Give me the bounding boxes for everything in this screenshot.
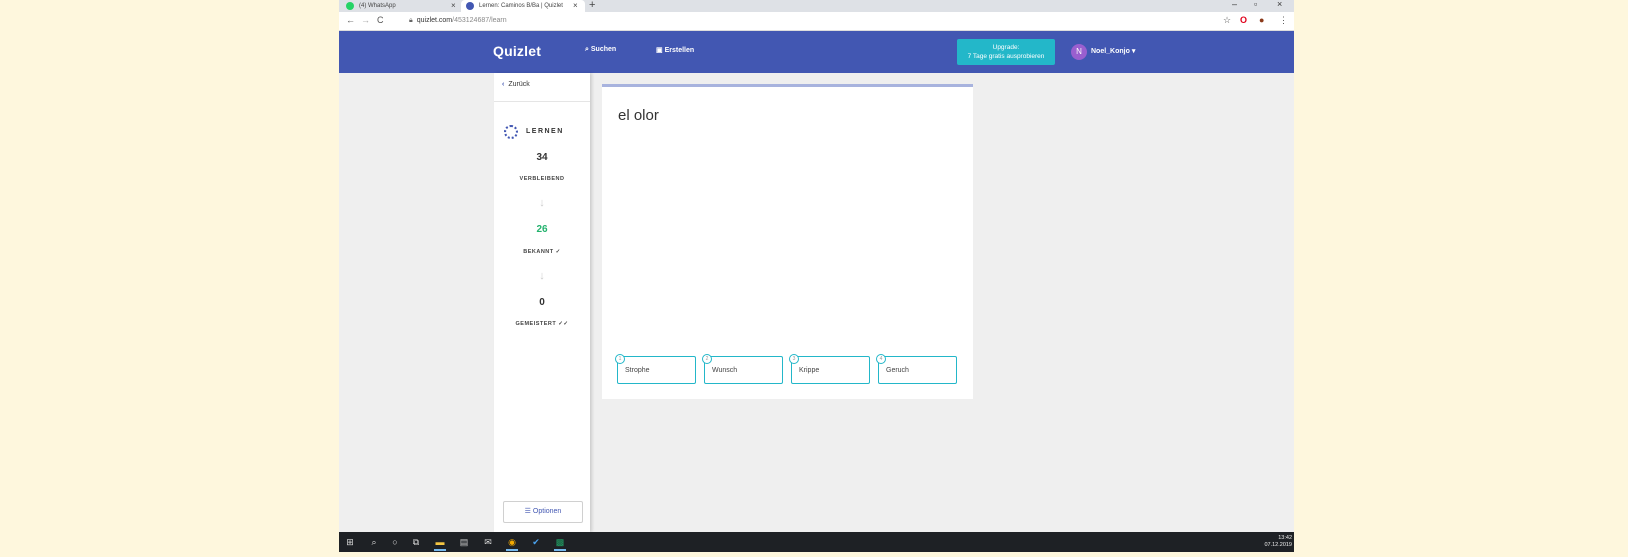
mastered-label: GEMEISTERT ✓✓ [515, 321, 569, 327]
search-icon: ⌕ [585, 46, 589, 53]
url-host: quizlet.com [416, 17, 453, 24]
taskbar: ⊞ ⌕ ○ ⧉ ▬ ▤ ✉ ◉ ✔ ▩ 13:42 07.12.2019 [339, 532, 1294, 552]
answer-choice-3[interactable]: 3 Krippe [789, 354, 870, 384]
file-explorer-icon[interactable]: ▬ [433, 536, 447, 551]
excel-icon[interactable]: ▩ [553, 536, 567, 551]
choice-label: Wunsch [712, 367, 738, 374]
choice-label: Geruch [886, 367, 909, 374]
choice-number: 4 [876, 354, 886, 364]
chevron-down-icon: ▾ [1131, 48, 1136, 55]
windows-start-icon[interactable]: ⊞ [343, 536, 357, 548]
close-tab-icon[interactable]: × [451, 0, 456, 12]
create-button[interactable]: ▣ Erstellen [656, 46, 694, 54]
learn-mode-icon [504, 125, 518, 139]
mastered-count: 0 [539, 297, 545, 308]
tab-label: Lernen: Caminos B/Ba | Quizlet [479, 3, 563, 9]
close-window-icon[interactable]: × [1277, 0, 1282, 9]
site-header: Quizlet ⌕ Suchen ▣ Erstellen Upgrade: 7 … [339, 31, 1294, 73]
forward-arrow-icon[interactable]: → [361, 15, 370, 25]
whatsapp-icon [346, 2, 354, 10]
known-count: 26 [536, 224, 548, 235]
search-icon[interactable]: ⌕ [367, 536, 381, 548]
upgrade-line-1: Upgrade: [992, 44, 1020, 51]
known-label: BEKANNT ✓ [523, 249, 561, 255]
close-tab-icon[interactable]: × [573, 0, 578, 12]
clock-date: 07.12.2019 [1264, 542, 1292, 548]
choice-number: 1 [615, 354, 625, 364]
system-clock[interactable]: 13:42 07.12.2019 [1264, 535, 1292, 549]
remaining-label: VERBLEIBEND [519, 176, 565, 182]
lock-icon: 🔒︎ [409, 17, 413, 24]
opera-icon[interactable]: O [1240, 15, 1247, 25]
chevron-left-icon: ‹ [502, 81, 505, 88]
sliders-icon: ☰ [524, 508, 531, 515]
maximize-icon[interactable]: ▫ [1254, 0, 1257, 9]
browser-tab-strip: (4) WhatsApp × Lernen: Caminos B/Ba | Qu… [339, 0, 1294, 12]
url-path: /453124687/learn [452, 17, 507, 24]
quizlet-icon [466, 2, 474, 10]
clock-time: 13:42 [1278, 535, 1292, 541]
avatar[interactable]: N [1071, 44, 1087, 60]
options-label: Optionen [532, 508, 562, 515]
arrow-down-icon: ↓ [539, 197, 545, 209]
mail-icon[interactable]: ✉ [481, 536, 495, 548]
minimize-icon[interactable]: – [1232, 0, 1237, 9]
choice-number: 2 [702, 354, 712, 364]
options-button[interactable]: ☰ Optionen [503, 501, 583, 523]
upgrade-button[interactable]: Upgrade: 7 Tage gratis ausprobieren [957, 39, 1055, 65]
username: Noel_Konjo [1091, 48, 1130, 55]
desktop-screen: (4) WhatsApp × Lernen: Caminos B/Ba | Qu… [339, 0, 1294, 552]
extension-icon[interactable]: ● [1259, 15, 1264, 25]
store-icon[interactable]: ▤ [457, 536, 471, 548]
app-check-icon[interactable]: ✔ [529, 536, 543, 548]
bookmark-star-icon[interactable]: ☆ [1223, 15, 1231, 26]
new-tab-button[interactable]: + [589, 0, 595, 11]
address-bar: ← → C 🔒︎ quizlet.com/453124687/learn ☆ O … [339, 12, 1294, 31]
url-field[interactable]: 🔒︎ quizlet.com/453124687/learn [409, 17, 507, 25]
question-card: el olor 1 Strophe 2 Wunsch 3 Krippe 4 Ge… [602, 84, 973, 399]
search-button[interactable]: ⌕ Suchen [585, 46, 616, 54]
task-view-icon[interactable]: ⧉ [409, 536, 423, 548]
mode-label: LERNEN [526, 128, 564, 135]
quizlet-logo[interactable]: Quizlet [493, 43, 541, 59]
back-link[interactable]: ‹ Zurück [502, 81, 530, 88]
arrow-down-icon: ↓ [539, 270, 545, 282]
search-label: Suchen [590, 46, 617, 53]
user-menu[interactable]: Noel_Konjo ▾ [1091, 47, 1135, 55]
choice-label: Krippe [799, 367, 820, 374]
tab-whatsapp[interactable]: (4) WhatsApp × [341, 0, 459, 12]
back-label: Zurück [508, 81, 530, 88]
choice-number: 3 [789, 354, 799, 364]
tab-quizlet[interactable]: Lernen: Caminos B/Ba | Quizlet × [461, 0, 585, 12]
upgrade-line-2: 7 Tage gratis ausprobieren [967, 53, 1045, 60]
create-icon: ▣ [656, 47, 663, 54]
reload-icon[interactable]: C [377, 15, 384, 25]
divider [494, 101, 590, 102]
chrome-icon[interactable]: ◉ [505, 536, 519, 551]
create-label: Erstellen [664, 47, 695, 54]
remaining-count: 34 [536, 152, 548, 163]
tab-label: (4) WhatsApp [359, 3, 396, 9]
learn-sidebar: ‹ Zurück LERNEN 34 VERBLEIBEND ↓ 26 BEKAN… [494, 73, 590, 532]
back-arrow-icon[interactable]: ← [346, 15, 355, 25]
answer-choice-4[interactable]: 4 Geruch [876, 354, 957, 384]
answer-choice-2[interactable]: 2 Wunsch [702, 354, 783, 384]
question-term: el olor [618, 107, 659, 124]
choice-label: Strophe [625, 367, 650, 374]
cortana-icon[interactable]: ○ [388, 536, 402, 548]
answer-choice-1[interactable]: 1 Strophe [615, 354, 696, 384]
menu-dots-icon[interactable]: ⋮ [1279, 15, 1288, 26]
